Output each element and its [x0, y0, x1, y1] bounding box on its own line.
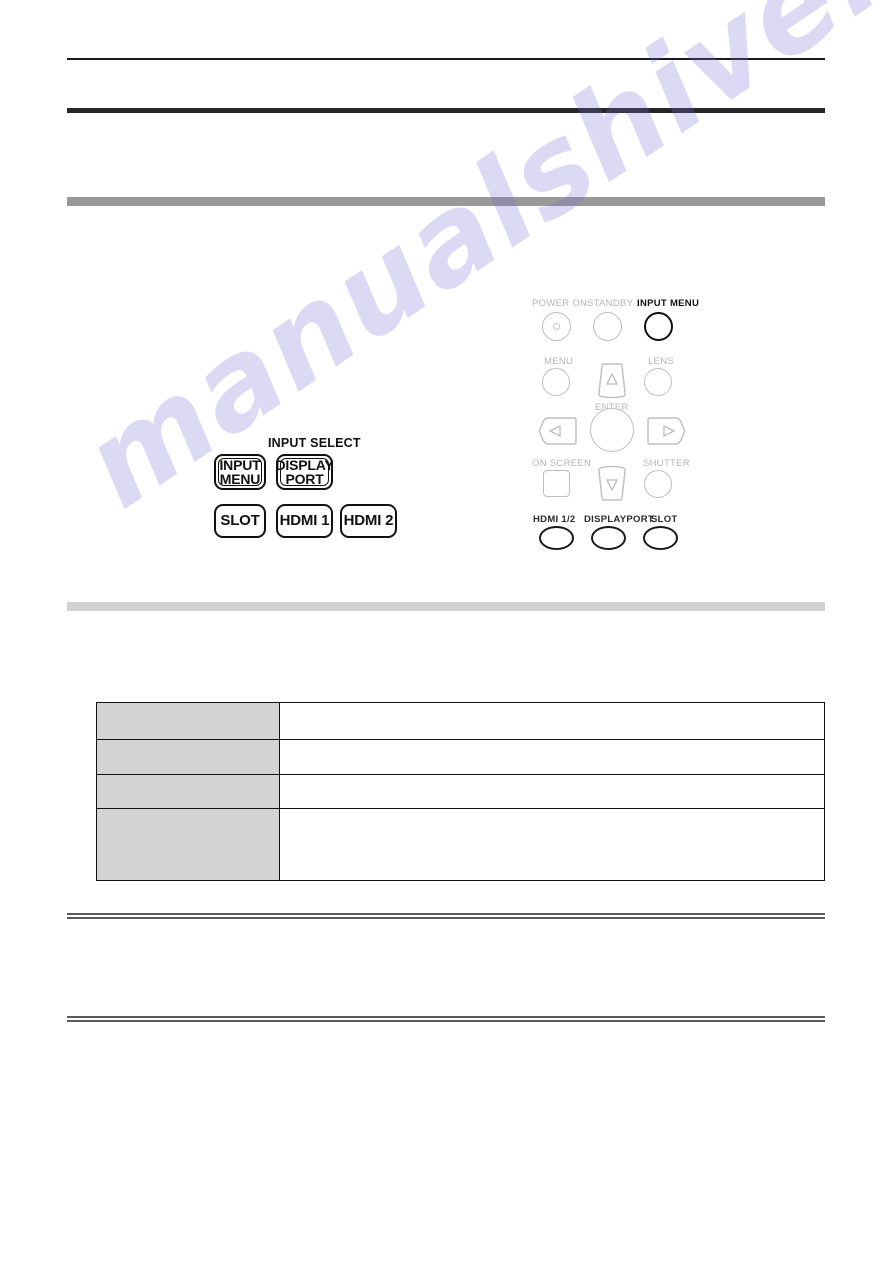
table-row: [96, 739, 825, 775]
panel-button-left-arrow[interactable]: [538, 414, 580, 448]
remote-button-slot-label: SLOT: [220, 512, 260, 530]
input-select-group-label: INPUT SELECT: [268, 436, 361, 450]
remote-button-hdmi2[interactable]: HDMI 2: [340, 504, 397, 538]
remote-button-hdmi1-label: HDMI 1: [279, 512, 330, 530]
remote-button-displayport-line1: DISPLAY: [275, 456, 334, 473]
header-top-rule: [67, 58, 825, 60]
remote-button-slot[interactable]: SLOT: [214, 504, 266, 538]
panel-label-menu: MENU: [544, 356, 574, 367]
panel-label-standby: STANDBY: [587, 298, 634, 309]
panel-label-lens: LENS: [648, 356, 675, 367]
panel-button-down-arrow[interactable]: [594, 464, 630, 502]
control-panel-figure: POWER ON STANDBY INPUT MENU MENU LENS EN…: [520, 292, 720, 554]
table-cell-key: [96, 774, 280, 809]
panel-label-hdmi-1-2: HDMI 1/2: [533, 514, 576, 525]
panel-label-on-screen: ON SCREEN: [532, 458, 592, 469]
table-cell-value: [279, 702, 825, 740]
watermark-text: manualshive.com: [60, 0, 893, 536]
remote-button-hdmi1[interactable]: HDMI 1: [276, 504, 333, 538]
remote-button-input-menu[interactable]: INPUT MENU: [214, 454, 266, 490]
chapter-title-rule: [67, 108, 825, 113]
panel-button-lens[interactable]: [644, 368, 672, 396]
spec-table: [96, 702, 825, 881]
table-cell-value: [279, 808, 825, 881]
section-band-light: [67, 602, 825, 611]
table-cell-key: [96, 739, 280, 775]
panel-button-standby[interactable]: [593, 312, 622, 341]
table-row: [96, 702, 825, 740]
footer-rule-lower: [67, 1016, 825, 1022]
remote-button-displayport-line2: PORT: [285, 471, 324, 487]
remote-button-displayport[interactable]: DISPLAY PORT: [275, 454, 334, 490]
table-cell-key: [96, 808, 280, 881]
table-row: [96, 808, 825, 881]
panel-label-slot: SLOT: [651, 514, 678, 525]
section-band-dark: [67, 197, 825, 206]
panel-button-slot[interactable]: [643, 526, 678, 550]
page-canvas: INPUT SELECT INPUT MENU DISPLAY PORT SLO…: [0, 0, 893, 1263]
footer-rule-upper: [67, 913, 825, 919]
panel-label-input-menu: INPUT MENU: [637, 298, 700, 309]
panel-button-displayport[interactable]: [591, 526, 626, 550]
panel-button-menu[interactable]: [542, 368, 570, 396]
table-cell-key: [96, 702, 280, 740]
table-row: [96, 774, 825, 809]
table-cell-value: [279, 739, 825, 775]
panel-button-up-arrow[interactable]: [594, 362, 630, 400]
remote-control-figure: INPUT SELECT INPUT MENU DISPLAY PORT SLO…: [208, 436, 408, 548]
panel-label-power-on: POWER ON: [532, 298, 588, 309]
panel-button-on-screen[interactable]: [543, 470, 570, 497]
remote-button-input-menu-line2: MENU: [219, 471, 261, 487]
panel-button-input-menu[interactable]: [644, 312, 673, 341]
panel-button-right-arrow[interactable]: [644, 414, 686, 448]
remote-button-hdmi2-label: HDMI 2: [343, 512, 394, 530]
panel-label-displayport: DISPLAYPORT: [584, 514, 654, 525]
table-cell-value: [279, 774, 825, 809]
panel-button-hdmi-1-2[interactable]: [539, 526, 574, 550]
remote-button-input-menu-line1: INPUT: [219, 456, 261, 473]
power-indicator-icon: [553, 323, 560, 330]
panel-button-enter[interactable]: [590, 408, 634, 452]
panel-button-shutter[interactable]: [644, 470, 672, 498]
panel-label-shutter: SHUTTER: [643, 458, 690, 469]
